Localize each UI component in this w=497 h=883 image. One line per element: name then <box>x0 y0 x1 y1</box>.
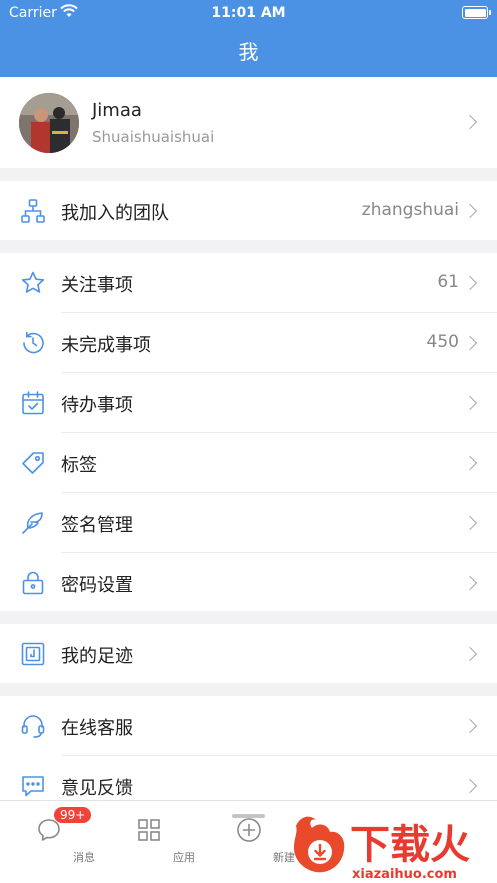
row-label: 未完成事项 <box>61 335 151 356</box>
headset-icon <box>21 715 45 738</box>
footprint-icon <box>21 642 45 666</box>
row-password[interactable]: 密码设置 <box>0 553 497 611</box>
row-todo-items[interactable]: 待办事项 <box>0 373 497 433</box>
status-bar: Carrier 11:01 AM <box>0 0 497 26</box>
row-unfinished-items[interactable]: 未完成事项 450 <box>0 313 497 373</box>
footprint-section: 我的足迹 <box>0 624 497 683</box>
profile-name: Jimaa <box>92 100 142 121</box>
history-clock-icon <box>23 331 44 354</box>
row-label: 标签 <box>61 455 97 476</box>
plus-circle-icon <box>237 818 261 842</box>
feedback-chat-icon <box>22 776 44 797</box>
row-label: 关注事项 <box>61 275 133 296</box>
row-label: 签名管理 <box>61 515 133 536</box>
row-label: 我的足迹 <box>61 646 133 667</box>
profile-subtitle: Shuaishuaishuai <box>92 128 215 146</box>
chevron-right-icon <box>462 575 478 591</box>
row-tags[interactable]: 标签 <box>0 433 497 493</box>
row-label: 意见反馈 <box>61 778 133 799</box>
row-followed-items[interactable]: 关注事项 61 <box>0 253 497 313</box>
unread-badge: 99+ <box>54 807 92 823</box>
watermark-cn: 下载火 <box>350 822 470 868</box>
lock-icon <box>22 571 44 595</box>
watermark-en: xiazaihuo.com <box>352 867 457 882</box>
count-value: 450 <box>426 332 459 352</box>
row-label: 待办事项 <box>61 395 133 416</box>
grid-icon <box>138 819 160 841</box>
page-title: 我 <box>238 40 259 64</box>
chevron-right-icon <box>462 718 478 734</box>
row-label: 在线客服 <box>61 718 133 739</box>
tab-label: 消息 <box>73 851 95 864</box>
avatar-photo-icon <box>19 93 79 153</box>
team-section: 我加入的团队 zhangshuai <box>0 181 497 240</box>
chevron-right-icon <box>462 395 478 411</box>
battery-icon <box>462 6 491 19</box>
team-tree-icon <box>21 199 45 223</box>
status-time: 11:01 AM <box>211 5 286 21</box>
tab-apps[interactable]: 应用 <box>114 811 195 871</box>
count-value: 61 <box>437 272 459 292</box>
profile-card[interactable]: Jimaa Shuaishuaishuai <box>0 77 497 168</box>
chevron-right-icon <box>462 515 478 531</box>
watermark-logo: 下载火 xiazaihuo.com <box>294 816 470 882</box>
row-label: 密码设置 <box>61 575 133 596</box>
avatar[interactable] <box>19 93 79 153</box>
team-value: zhangshuai <box>361 200 459 220</box>
star-icon <box>21 271 45 293</box>
calendar-check-icon <box>22 391 44 415</box>
tab-messages[interactable]: 99+ 消息 <box>14 807 95 871</box>
items-section: 关注事项 61 未完成事项 450 待办事项 标签 签名管理 密码设置 <box>0 253 497 611</box>
tab-label: 应用 <box>173 851 195 864</box>
chevron-right-icon <box>462 778 478 794</box>
row-online-service[interactable]: 在线客服 <box>0 696 497 756</box>
signature-feather-icon <box>22 512 43 534</box>
chevron-right-icon <box>462 335 478 351</box>
chevron-right-icon <box>462 203 478 219</box>
row-label: 我加入的团队 <box>61 203 169 224</box>
row-signature[interactable]: 签名管理 <box>0 493 497 553</box>
row-my-team[interactable]: 我加入的团队 zhangshuai <box>0 181 497 240</box>
chevron-right-icon <box>462 275 478 291</box>
chevron-right-icon <box>462 455 478 471</box>
row-footprint[interactable]: 我的足迹 <box>0 624 497 683</box>
chevron-right-icon <box>462 646 478 662</box>
tag-icon <box>22 452 44 474</box>
support-section: 在线客服 意见反馈 <box>0 696 497 800</box>
tab-create[interactable]: 新建 <box>214 811 295 871</box>
chevron-right-icon <box>462 114 478 130</box>
nav-header: Carrier 11:01 AM 我 <box>0 0 497 77</box>
